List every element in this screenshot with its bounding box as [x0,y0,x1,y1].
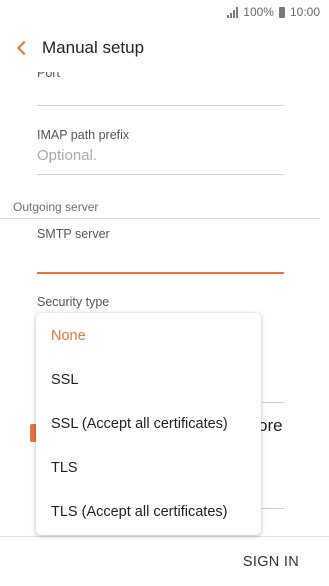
imap-path-prefix-label: IMAP path prefix [37,128,130,142]
manual-setup-screen: 100% 10:00 Manual setup Port IMAP path p… [0,0,329,586]
outgoing-server-section-header: Outgoing server [13,200,99,214]
section-divider [0,218,320,219]
imap-path-prefix-input[interactable]: Optional. [37,147,284,164]
imap-path-prefix-field[interactable]: IMAP path prefix Optional. [37,128,284,175]
option-none[interactable]: None [36,314,261,358]
back-chevron-icon [16,40,32,56]
option-ssl-accept-all[interactable]: SSL (Accept all certificates) [36,402,261,446]
smtp-server-underline-focused [37,272,284,274]
security-type-label: Security type [37,295,110,309]
background-underline [262,402,284,403]
signal-icon [227,6,239,18]
background-option-text: ore [258,416,283,435]
page-title: Manual setup [42,38,145,57]
smtp-server-label: SMTP server [37,227,110,241]
option-ssl[interactable]: SSL [36,358,261,402]
back-button[interactable] [0,24,40,72]
smtp-server-field[interactable]: SMTP server [37,227,284,274]
bottom-bar: SIGN IN [0,536,329,586]
sign-in-button[interactable]: SIGN IN [243,554,299,570]
port-field[interactable]: Port [37,72,284,106]
app-header: Manual setup [0,24,329,72]
option-tls[interactable]: TLS [36,446,261,490]
security-type-dropdown: None SSL SSL (Accept all certificates) T… [36,313,261,535]
imap-path-prefix-underline [37,174,284,175]
status-bar: 100% 10:00 [0,0,329,24]
background-underline-lower [262,508,284,509]
security-type-field[interactable]: Security type [37,295,284,309]
battery-level: 100% [243,5,274,19]
port-label: Port [37,72,60,80]
battery-icon [278,6,285,18]
port-underline [37,105,284,106]
clock: 10:00 [289,5,320,19]
option-tls-accept-all[interactable]: TLS (Accept all certificates) [36,490,261,534]
